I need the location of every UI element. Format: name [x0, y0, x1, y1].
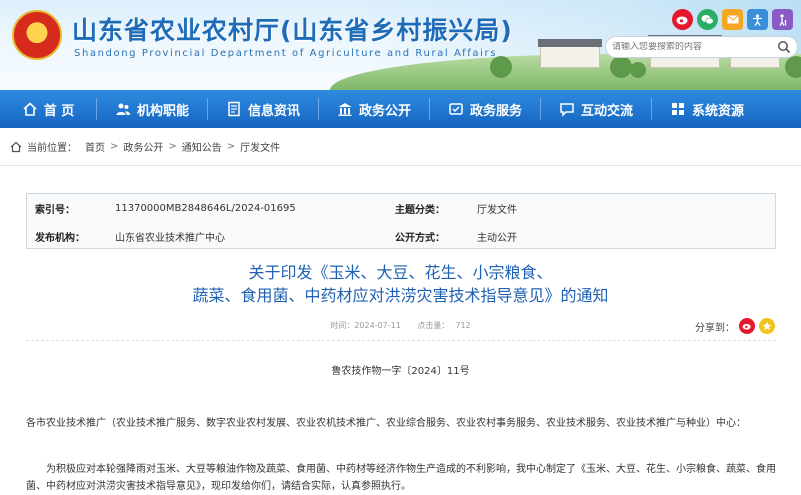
nav-label: 信息资讯 [247, 103, 300, 119]
banner-tree [785, 56, 801, 78]
breadcrumb: 当前位置： 首页 > 政务公开 > 通知公告 > 厅发文件 [0, 128, 801, 166]
search-icon[interactable] [777, 40, 791, 54]
service-icon [449, 103, 463, 115]
weibo-icon[interactable] [672, 9, 693, 30]
accessibility-icon[interactable] [747, 9, 768, 30]
nav-government-services[interactable]: 政务服务 [430, 90, 540, 128]
banner-tree [630, 62, 646, 78]
hits-count: 712 [455, 321, 471, 330]
nav-organization[interactable]: 机构职能 [97, 90, 207, 128]
disclosure-value: 主动公开 [477, 232, 517, 244]
breadcrumb-separator: > [110, 141, 119, 152]
breadcrumb-link-gov-affairs[interactable]: 政务公开 [123, 139, 163, 154]
article-title-line: 关于印发《玉米、大豆、花生、小宗粮食、 [248, 263, 553, 282]
nav-government-affairs[interactable]: 政务公开 [319, 90, 429, 128]
divider [26, 340, 776, 341]
document-number: 鲁农技作物一字〔2024〕11号 [331, 366, 470, 377]
breadcrumb-separator: > [168, 141, 177, 152]
nav-label: 互动交流 [580, 103, 633, 119]
breadcrumb-link-home[interactable]: 首页 [85, 139, 105, 154]
banner-building [538, 39, 602, 68]
social-links [672, 9, 793, 30]
issuer-value: 山东省农业技术推广中心 [115, 232, 225, 244]
wechat-icon[interactable] [697, 9, 718, 30]
site-banner: ★ 山东省农业农村厅(山东省乡村振兴局) Shandong Provincial… [0, 0, 801, 90]
mail-icon[interactable] [722, 9, 743, 30]
body-paragraph: 各市农业技术推广（农业技术推广服务、数字农业农村发展、农业农机技术推广、农业综合… [26, 418, 746, 429]
meta-row: 发布机构： 山东省农业技术推广中心 公开方式： 主动公开 [27, 222, 775, 250]
hits-label: 点击量： [417, 321, 450, 330]
location-home-icon [10, 141, 22, 152]
share-bar: 分享到： [695, 318, 775, 334]
nav-label: 政务服务 [469, 103, 522, 119]
banner-tree [610, 56, 632, 78]
share-weibo-icon[interactable] [739, 318, 755, 334]
article-title-line: 蔬菜、食用菌、中药材应对洪涝灾害技术指导意见》的通知 [192, 286, 609, 305]
resource-icon [671, 103, 684, 115]
share-label: 分享到： [695, 322, 735, 334]
nav-news[interactable]: 信息资讯 [208, 90, 318, 128]
issuer-label: 发布机构： [35, 232, 85, 244]
nav-label: 机构职能 [136, 103, 189, 119]
nav-label: 首 页 [43, 103, 75, 119]
search-box[interactable] [605, 36, 798, 58]
site-title[interactable]: 山东省农业农村厅(山东省乡村振兴局) [72, 11, 513, 47]
nav-system-resources[interactable]: 系统资源 [652, 90, 762, 128]
nav-home[interactable]: 首 页 [0, 90, 96, 128]
document-meta-table: 索引号： 11370000MB2848646L/2024-01695 主题分类：… [26, 193, 776, 249]
body-paragraph: 为积极应对本轮强降雨对玉米、大豆等粮油作物及蔬菜、食用菌、中药材等经济作物生产造… [26, 464, 776, 492]
nav-label: 政务公开 [358, 103, 411, 119]
breadcrumb-link-notices[interactable]: 通知公告 [182, 139, 222, 154]
elderly-icon[interactable] [772, 9, 793, 30]
time-label: 时间： [330, 321, 355, 330]
search-input[interactable] [612, 42, 772, 52]
disclosure-label: 公开方式： [395, 232, 445, 244]
category-label: 主题分类： [395, 204, 445, 216]
index-number-label: 索引号： [35, 204, 75, 216]
document-icon [228, 101, 240, 117]
site-subtitle: Shandong Provincial Department of Agricu… [74, 48, 498, 59]
banner-tree [490, 56, 512, 78]
chat-icon [560, 103, 574, 117]
article-info: 时间：2024-07-11 点击量： 712 [0, 320, 801, 331]
breadcrumb-separator: > [226, 141, 236, 152]
people-icon [116, 103, 130, 115]
nav-interaction[interactable]: 互动交流 [541, 90, 651, 128]
building-icon [338, 103, 352, 116]
national-emblem-logo[interactable]: ★ [12, 10, 62, 60]
main-nav: 首 页 机构职能 信息资讯 政务公开 政务服务 互动交流 系统资源 [0, 90, 801, 128]
home-icon [23, 102, 37, 116]
index-number-value: 11370000MB2848646L/2024-01695 [115, 202, 296, 214]
share-qzone-icon[interactable] [759, 318, 775, 334]
category-value: 厅发文件 [477, 204, 517, 216]
meta-row: 索引号： 11370000MB2848646L/2024-01695 主题分类：… [27, 194, 775, 222]
breadcrumb-link-dept-documents[interactable]: 厅发文件 [240, 139, 280, 154]
publish-time: 2024-07-11 [354, 321, 401, 330]
breadcrumb-prefix: 当前位置： [27, 143, 77, 154]
nav-label: 系统资源 [691, 103, 744, 119]
